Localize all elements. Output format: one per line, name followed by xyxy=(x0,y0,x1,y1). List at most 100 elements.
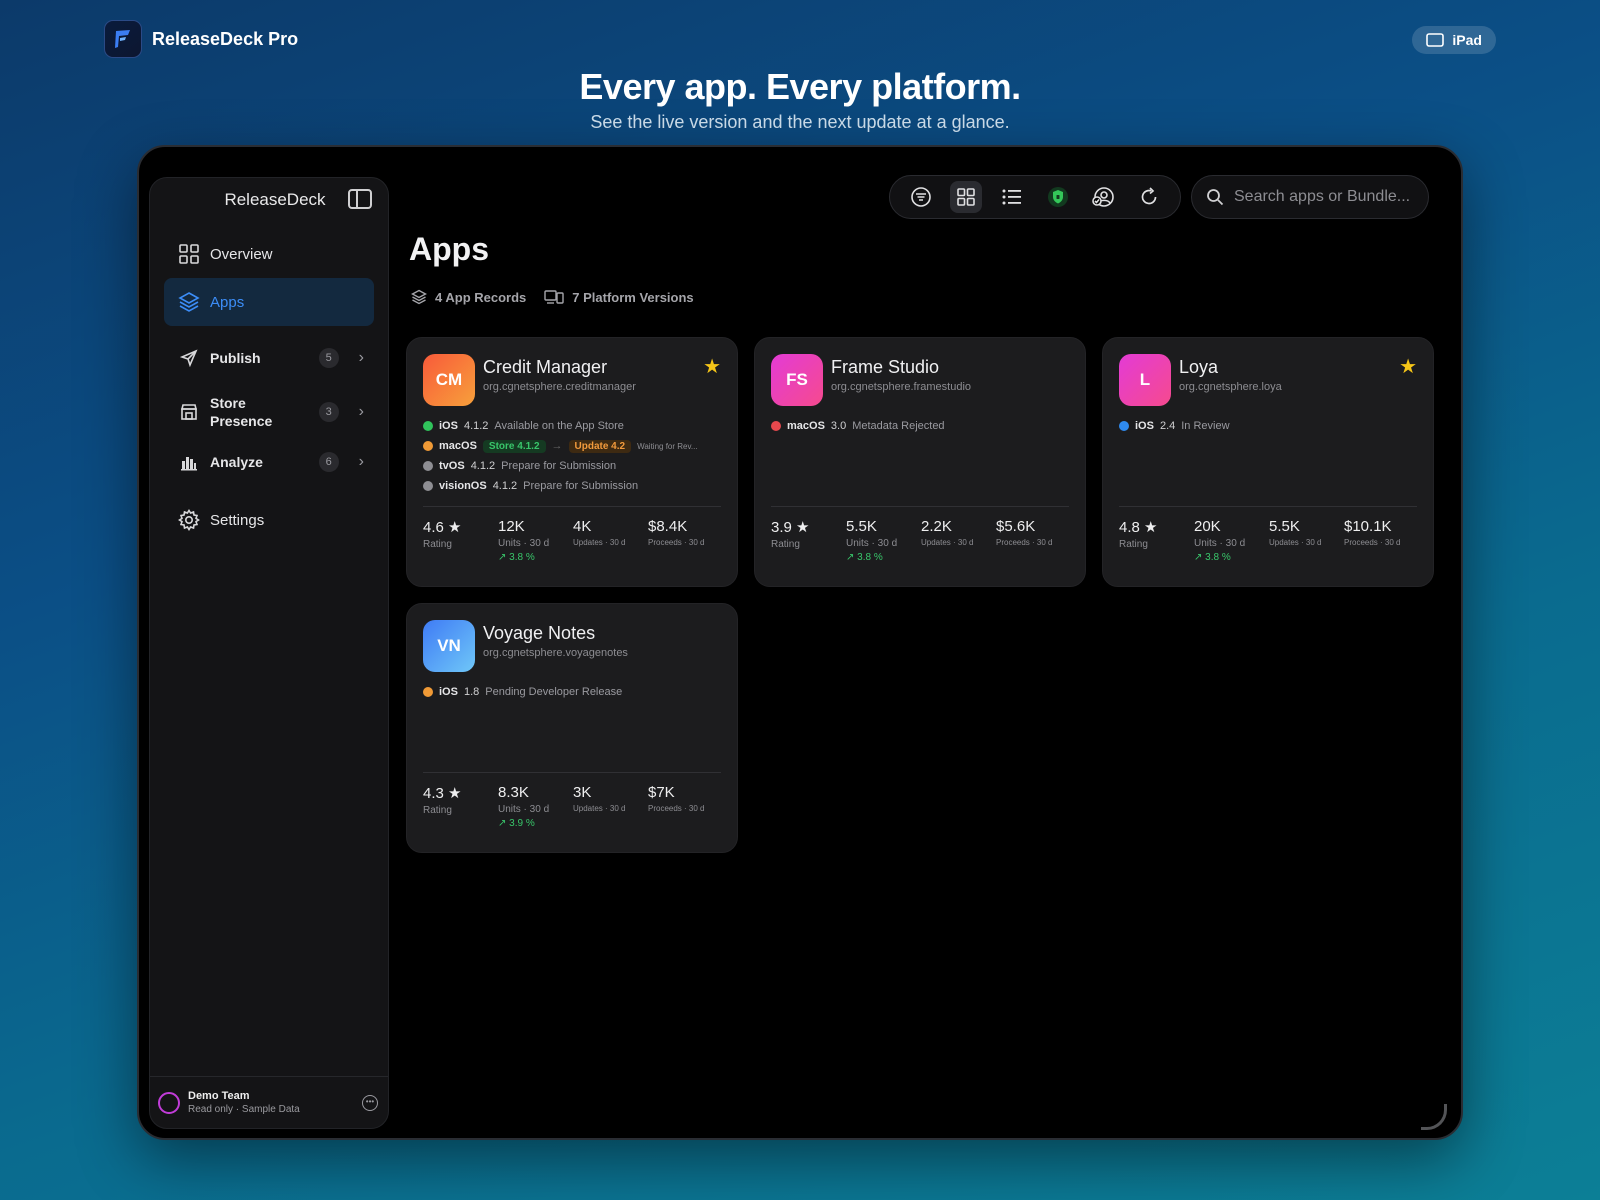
stat-label: Rating xyxy=(423,805,452,816)
account-button[interactable] xyxy=(1087,181,1119,213)
search-input[interactable] xyxy=(1234,188,1424,206)
chevron-right-icon: › xyxy=(358,349,364,366)
units-value: 5.5K xyxy=(846,518,877,535)
star-icon: ★ xyxy=(796,519,810,536)
status-dot-icon xyxy=(771,421,781,431)
platform-list: iOS 2.4 In Review xyxy=(1119,416,1419,436)
filter-icon xyxy=(911,187,931,207)
sidebar-item-overview[interactable]: Overview xyxy=(164,230,374,278)
sidebar-toggle-icon[interactable] xyxy=(348,189,372,209)
stat-units: 20K Units · 30 d ↗ 3.8 % xyxy=(1194,518,1269,563)
platform-status: Metadata Rejected xyxy=(852,420,945,432)
app-card-loya[interactable]: L Loya org.cgnetsphere.loya ★ iOS 2.4 In… xyxy=(1102,337,1434,587)
brand: ReleaseDeck Pro xyxy=(104,20,298,58)
brand-name: ReleaseDeck Pro xyxy=(152,28,299,49)
trend-value: 3.8 % xyxy=(509,552,535,563)
star-icon: ★ xyxy=(448,519,462,536)
stats-row: 3.9 ★ Rating 5.5K Units · 30 d ↗ 3.8 % 2.2K… xyxy=(771,518,1071,563)
trend-up-icon: ↗ xyxy=(846,552,855,563)
status-dot-icon xyxy=(1119,421,1129,431)
platform-name: macOS xyxy=(787,420,825,432)
app-card-credit-manager[interactable]: CM Credit Manager org.cgnetsphere.credit… xyxy=(406,337,738,587)
stat-rating: 3.9 ★ Rating xyxy=(771,518,846,563)
platform-name: macOS xyxy=(439,440,477,452)
shield-icon xyxy=(1047,187,1068,207)
platform-version: 4.1.2 xyxy=(463,420,489,432)
sidebar-item-publish[interactable]: Publish 5 › xyxy=(164,334,374,382)
app-name: Credit Manager xyxy=(483,357,608,377)
page-title: Apps xyxy=(409,231,489,267)
platform-versions-count: 7 Platform Versions xyxy=(572,289,694,305)
stat-updates: 3K Updates · 30 d xyxy=(573,784,648,829)
status-dot-icon xyxy=(423,687,433,697)
stat-label: Proceeds · 30 d xyxy=(1344,538,1401,547)
units-value: 12K xyxy=(498,518,525,535)
units-value: 8.3K xyxy=(498,784,529,801)
star-icon: ★ xyxy=(448,785,462,802)
platform-name: iOS xyxy=(439,686,458,698)
stat-label: Rating xyxy=(771,539,800,550)
layers-icon xyxy=(178,291,200,313)
sidebar-item-store-presence[interactable]: Store Presence 3 › xyxy=(164,386,374,438)
search-field[interactable] xyxy=(1191,175,1429,219)
platform-status: In Review xyxy=(1181,420,1230,432)
updates-value: 2.2K xyxy=(921,518,952,535)
rating-value: 4.6 xyxy=(423,519,444,536)
status-dot-icon xyxy=(423,441,433,451)
stat-label: Proceeds · 30 d xyxy=(648,804,705,813)
stats-row: 4.8 ★ Rating 20K Units · 30 d ↗ 3.8 % 5.5K U… xyxy=(1119,518,1419,563)
count-badge: 6 xyxy=(318,452,339,472)
sidebar: ReleaseDeck Overview Apps Publish 5 › St… xyxy=(149,177,389,1129)
stat-proceeds: $8.4K Proceeds · 30 d xyxy=(648,518,723,563)
rating-value: 3.9 xyxy=(771,519,792,536)
platform-version: 2.4 xyxy=(1159,420,1176,432)
trend-value: 3.8 % xyxy=(857,552,883,563)
security-button[interactable] xyxy=(1042,181,1074,213)
units-value: 20K xyxy=(1194,518,1221,535)
apps-summary: 4 App Records 7 Platform Versions xyxy=(411,289,694,305)
bundle-id: org.cgnetsphere.voyagenotes xyxy=(483,647,628,659)
trend-up-icon: ↗ xyxy=(498,818,507,829)
list-view-button[interactable] xyxy=(996,181,1028,213)
sidebar-item-label: Apps xyxy=(210,293,245,311)
platform-list: iOS 4.1.2 Available on the App Store mac… xyxy=(423,416,723,496)
app-card-frame-studio[interactable]: FS Frame Studio org.cgnetsphere.framestu… xyxy=(754,337,1086,587)
list-view-icon xyxy=(1002,189,1022,205)
rating-value: 4.3 xyxy=(423,785,444,802)
trend-value: 3.8 % xyxy=(1205,552,1231,563)
refresh-button[interactable] xyxy=(1133,181,1165,213)
app-avatar: CM xyxy=(423,354,475,406)
ipad-frame: ReleaseDeck Overview Apps Publish 5 › St… xyxy=(137,145,1463,1140)
count-badge: 3 xyxy=(318,402,339,422)
team-switcher[interactable]: Demo Team Read only · Sample Data ••• xyxy=(150,1076,388,1128)
updates-value: 3K xyxy=(573,784,592,801)
status-dot-icon xyxy=(423,481,433,491)
favorite-star-icon[interactable]: ★ xyxy=(703,354,721,379)
filter-button[interactable] xyxy=(905,181,937,213)
sidebar-item-label: Publish xyxy=(210,350,261,366)
sidebar-item-apps[interactable]: Apps xyxy=(164,278,374,326)
updates-value: 5.5K xyxy=(1269,518,1300,535)
devices-icon xyxy=(544,290,564,304)
platform-row-tvos: tvOS 4.1.2 Prepare for Submission xyxy=(423,456,723,476)
stat-rating: 4.3 ★ Rating xyxy=(423,784,498,829)
sidebar-item-settings[interactable]: Settings xyxy=(164,496,374,544)
send-icon xyxy=(178,347,200,369)
team-name: Demo Team xyxy=(188,1090,250,1102)
store-icon xyxy=(178,401,200,423)
platform-row-ios: iOS 1.8 Pending Developer Release xyxy=(423,682,723,702)
platform-row-visionos: visionOS 4.1.2 Prepare for Submission xyxy=(423,476,723,496)
platform-version: 3.0 xyxy=(830,420,847,432)
favorite-star-icon[interactable]: ★ xyxy=(1399,354,1417,379)
device-label: iPad xyxy=(1452,32,1482,48)
grid-view-button[interactable] xyxy=(950,181,983,213)
device-pill[interactable]: iPad xyxy=(1412,26,1496,54)
sidebar-item-analyze[interactable]: Analyze 6 › xyxy=(164,438,374,486)
more-icon[interactable]: ••• xyxy=(362,1094,378,1111)
refresh-icon xyxy=(1141,187,1157,205)
app-card-voyage-notes[interactable]: VN Voyage Notes org.cgnetsphere.voyageno… xyxy=(406,603,738,853)
search-icon xyxy=(1207,189,1224,206)
gear-icon xyxy=(178,509,200,531)
platform-name: iOS xyxy=(439,420,458,432)
sidebar-item-label: Analyze xyxy=(210,454,263,470)
